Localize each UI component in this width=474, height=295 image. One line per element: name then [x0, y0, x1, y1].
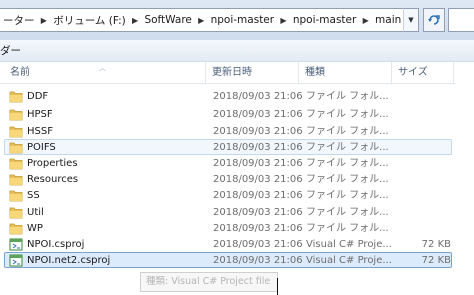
folder-icon: [9, 207, 23, 219]
breadcrumb-volume[interactable]: ボリューム (F:): [50, 13, 128, 28]
address-history-dropdown[interactable]: ▼: [403, 8, 419, 32]
csproj-icon: [9, 254, 23, 267]
breadcrumb-separator-icon[interactable]: ▶: [195, 16, 208, 25]
breadcrumb-npoi-master[interactable]: npoi-master: [208, 14, 277, 26]
breadcrumb-separator-icon[interactable]: ▶: [277, 16, 290, 25]
breadcrumb-separator-icon[interactable]: ▶: [129, 16, 142, 25]
command-bar: ダー: [0, 40, 474, 62]
folder-icon: [9, 223, 23, 235]
mouse-cursor-icon: [277, 278, 278, 295]
address-bar[interactable]: ーター ▶ ボリューム (F:) ▶ SoftWare ▶ npoi-maste…: [0, 8, 418, 32]
list-item-hovered[interactable]: POIFS 2018/09/03 21:06 ファイル フォル...: [4, 139, 452, 155]
refresh-icon: [428, 15, 440, 25]
breadcrumb-computer[interactable]: ーター: [0, 13, 38, 28]
list-item[interactable]: SS 2018/09/03 21:06 ファイル フォル...: [4, 187, 452, 203]
breadcrumb-main[interactable]: main: [372, 14, 404, 26]
list-item[interactable]: HPSF 2018/09/03 21:06 ファイル フォル...: [4, 106, 452, 122]
column-header-date[interactable]: 更新日時: [206, 62, 299, 84]
column-header-type[interactable]: 種類: [299, 62, 392, 84]
file-tooltip: 種類: Visual C# Project file: [140, 272, 278, 292]
column-header-size[interactable]: サイズ: [392, 62, 454, 84]
scroll-area-edge: [456, 62, 474, 295]
csproj-icon: [9, 238, 23, 251]
list-item[interactable]: WP 2018/09/03 21:06 ファイル フォル...: [4, 220, 452, 236]
breadcrumb-separator-icon[interactable]: ▶: [359, 16, 372, 25]
breadcrumb-npoi-master-inner[interactable]: npoi-master: [290, 14, 359, 26]
sort-ascending-icon: ︿: [99, 64, 106, 72]
list-item[interactable]: NPOI.csproj 2018/09/03 21:06 Visual C# P…: [4, 236, 452, 252]
folder-icon: [9, 91, 23, 103]
search-input[interactable]: [448, 8, 474, 32]
list-item[interactable]: Resources 2018/09/03 21:06 ファイル フォル...: [4, 171, 452, 187]
toolbar-item[interactable]: ダー: [0, 43, 21, 58]
list-item[interactable]: Util 2018/09/03 21:06 ファイル フォル...: [4, 204, 452, 220]
folder-icon: [9, 190, 23, 202]
chevron-down-icon: ▼: [408, 16, 414, 24]
breadcrumb-software[interactable]: SoftWare: [141, 14, 194, 26]
list-item-selected[interactable]: NPOI.net2.csproj 2018/09/03 21:06 Visual…: [4, 252, 452, 268]
folder-icon: [9, 126, 23, 138]
list-item[interactable]: DDF 2018/09/03 21:06 ファイル フォル...: [4, 88, 452, 104]
refresh-button[interactable]: [423, 8, 445, 32]
folder-icon: [9, 158, 23, 170]
folder-icon: [9, 109, 23, 121]
column-headers: 名前 ︿ 更新日時 種類 サイズ: [0, 62, 474, 84]
address-bar-area: ーター ▶ ボリューム (F:) ▶ SoftWare ▶ npoi-maste…: [0, 0, 474, 40]
list-item[interactable]: HSSF 2018/09/03 21:06 ファイル フォル...: [4, 123, 452, 139]
breadcrumb-separator-icon[interactable]: ▶: [38, 16, 51, 25]
folder-icon: [9, 174, 23, 186]
folder-icon: [9, 142, 23, 154]
list-item[interactable]: Properties 2018/09/03 21:06 ファイル フォル...: [4, 155, 452, 171]
